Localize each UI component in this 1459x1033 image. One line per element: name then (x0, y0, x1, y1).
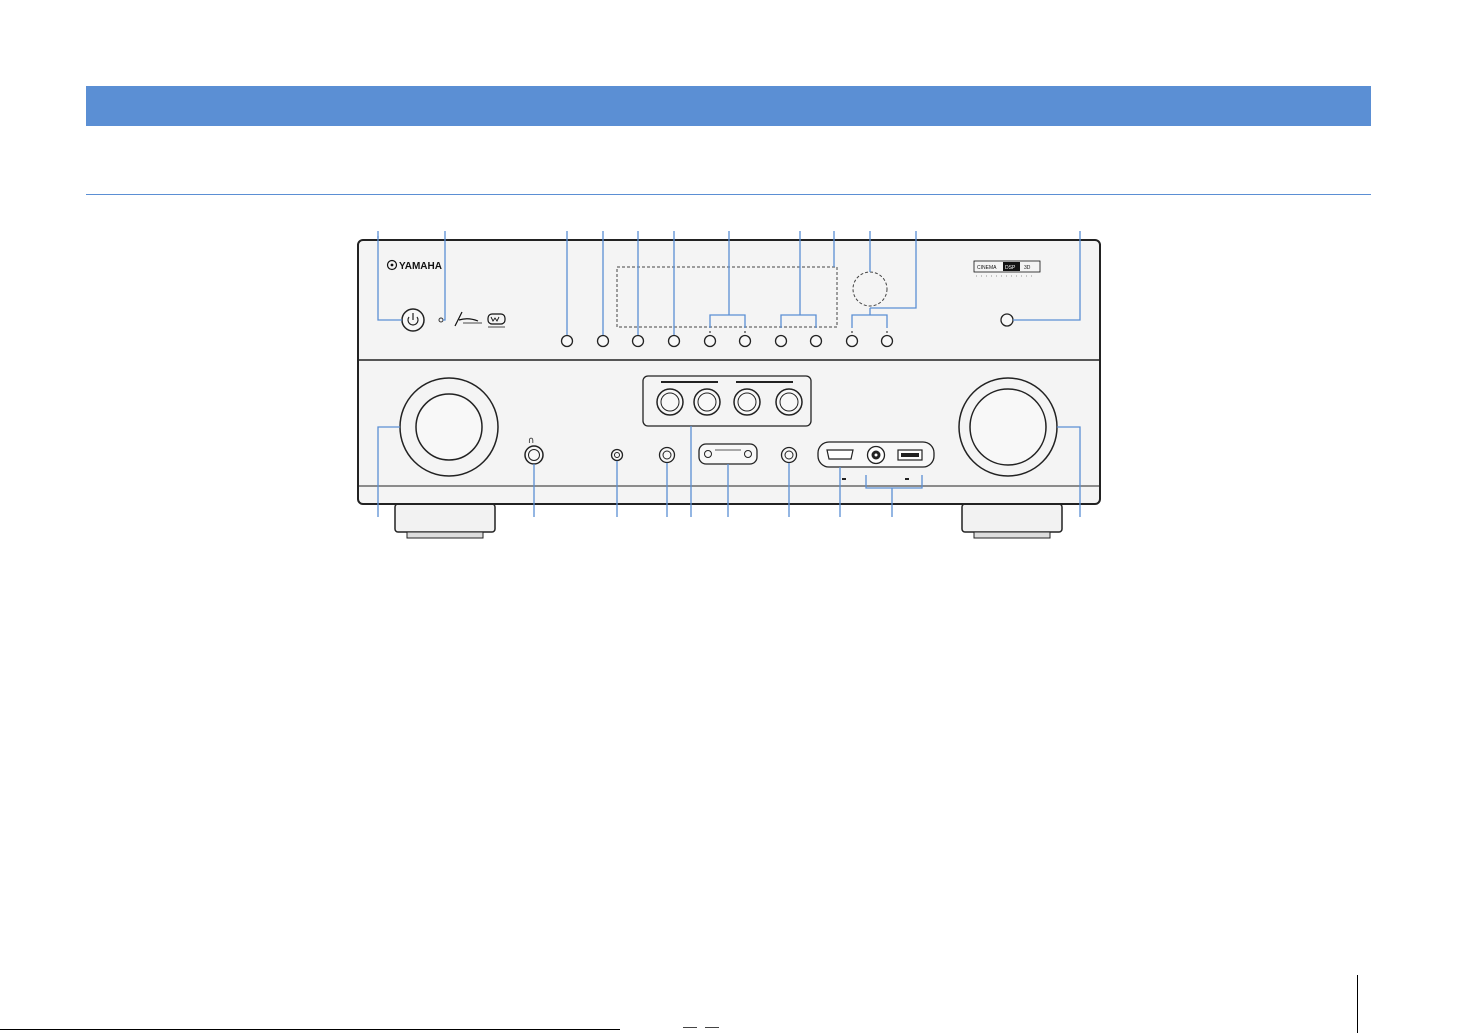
svg-text:3D: 3D (1024, 265, 1031, 271)
right-foot (961, 503, 1063, 539)
svg-text:CINEMA: CINEMA (977, 265, 997, 271)
pure-direct-button[interactable] (1000, 313, 1014, 327)
usb-jack[interactable] (897, 449, 923, 461)
receiver-front-panel-diagram: YAMAHA CINEMA DSP 3D ∩ (357, 231, 1101, 539)
scene-button-3[interactable] (733, 388, 761, 416)
panel-button-9[interactable] (845, 334, 859, 348)
left-foot (394, 503, 496, 539)
hdmi-in-jack[interactable] (826, 449, 854, 460)
panel-button-6[interactable] (738, 334, 752, 348)
panel-button-10[interactable] (880, 334, 894, 348)
panel-button-5[interactable] (703, 334, 717, 348)
program-selector[interactable] (698, 443, 758, 465)
footer-rule (0, 1029, 620, 1030)
panel-button-2[interactable] (596, 334, 610, 348)
svg-text:YAMAHA: YAMAHA (399, 261, 442, 272)
power-button[interactable] (401, 308, 425, 332)
scene-button-1[interactable] (656, 388, 684, 416)
straight-button[interactable] (780, 446, 798, 464)
volume-knob[interactable] (958, 377, 1058, 477)
ypao-mic-jack[interactable] (610, 448, 624, 462)
scene-button-2[interactable] (693, 388, 721, 416)
hdmi-mark (842, 478, 846, 480)
panel-button-7[interactable] (774, 334, 788, 348)
headphone-icon: ∩ (528, 436, 535, 446)
page-number-rule (1357, 975, 1358, 1033)
panel-button-3[interactable] (631, 334, 645, 348)
panel-button-4[interactable] (667, 334, 681, 348)
panel-button-8[interactable] (809, 334, 823, 348)
panel-button-1[interactable] (560, 334, 574, 348)
phones-jack[interactable] (524, 445, 544, 465)
footer-marks (683, 1027, 723, 1031)
scene-button-4[interactable] (775, 388, 803, 416)
svg-text:DSP: DSP (1005, 265, 1016, 271)
usb-mark (905, 478, 909, 480)
info-button[interactable] (658, 446, 676, 464)
input-knob[interactable] (399, 377, 499, 477)
aux-jack[interactable] (866, 445, 886, 465)
